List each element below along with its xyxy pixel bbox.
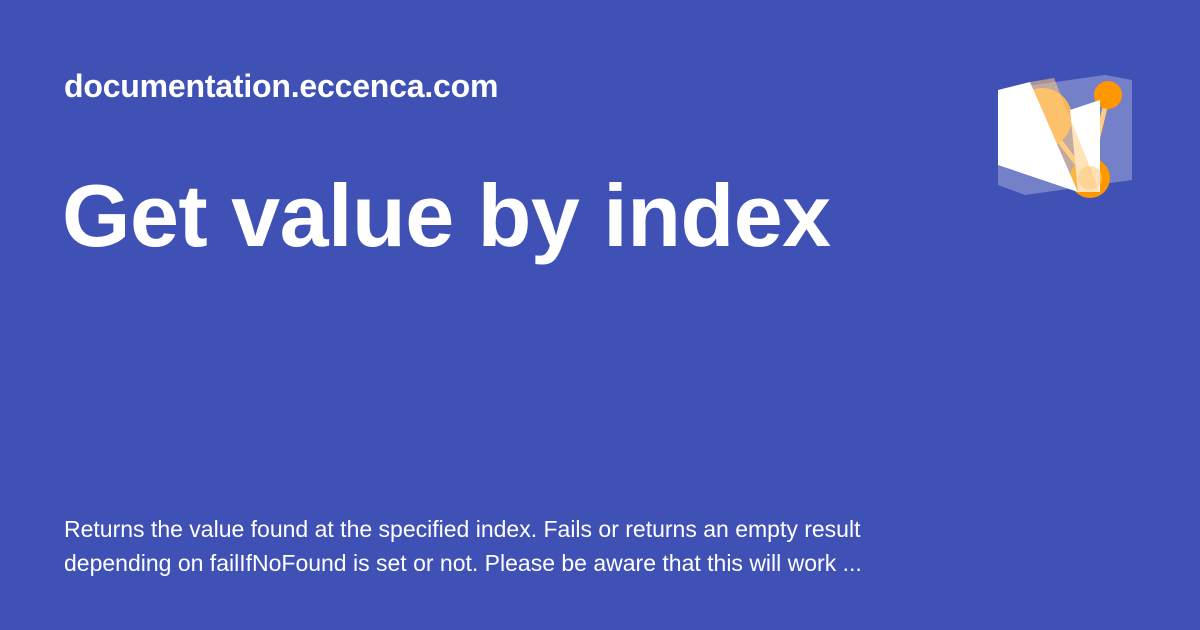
eccenca-logo-icon: [998, 75, 1132, 198]
page-description: Returns the value found at the specified…: [64, 516, 862, 576]
social-card: documentation.eccenca.com Get value by i…: [0, 0, 1200, 630]
site-name: documentation.eccenca.com: [64, 68, 499, 104]
page-title: Get value by index: [62, 166, 831, 265]
